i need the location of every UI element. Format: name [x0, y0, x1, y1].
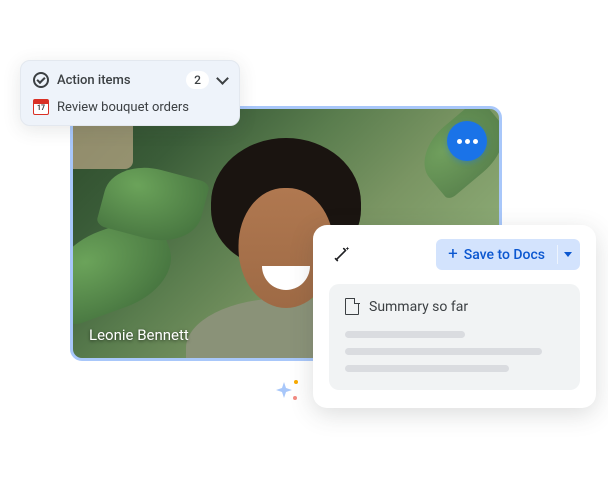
save-button-label: Save to Docs: [464, 247, 545, 263]
action-items-panel: Action items 2 Review bouquet orders: [20, 60, 240, 126]
summary-title: Summary so far: [369, 299, 468, 315]
action-items-title: Action items: [57, 73, 131, 88]
summary-header: + Save to Docs: [329, 239, 580, 270]
sparkle-icon: [268, 370, 304, 410]
action-item[interactable]: Review bouquet orders: [33, 99, 227, 115]
more-icon: [465, 139, 470, 144]
check-circle-icon: [33, 72, 49, 88]
chevron-down-icon: [217, 75, 227, 85]
more-icon: [457, 139, 462, 144]
save-to-docs-main[interactable]: + Save to Docs: [436, 239, 557, 270]
document-icon: [345, 298, 359, 315]
participant-name: Leonie Bennett: [89, 326, 189, 344]
more-options-button[interactable]: [447, 121, 487, 161]
magic-wand-icon: [329, 243, 353, 267]
plus-icon: +: [448, 246, 458, 263]
action-item-label: Review bouquet orders: [57, 100, 189, 115]
more-icon: [473, 139, 478, 144]
save-to-docs-button[interactable]: + Save to Docs: [436, 239, 580, 270]
summary-title-row: Summary so far: [345, 298, 564, 315]
action-items-count: 2: [186, 71, 209, 89]
summary-card: + Save to Docs Summary so far: [313, 225, 596, 408]
save-dropdown-button[interactable]: [557, 245, 580, 264]
summary-body: Summary so far: [329, 284, 580, 390]
calendar-icon: [33, 99, 49, 115]
action-items-header[interactable]: Action items 2: [33, 71, 227, 89]
skeleton-line: [345, 331, 465, 338]
skeleton-line: [345, 348, 542, 355]
skeleton-line: [345, 365, 509, 372]
